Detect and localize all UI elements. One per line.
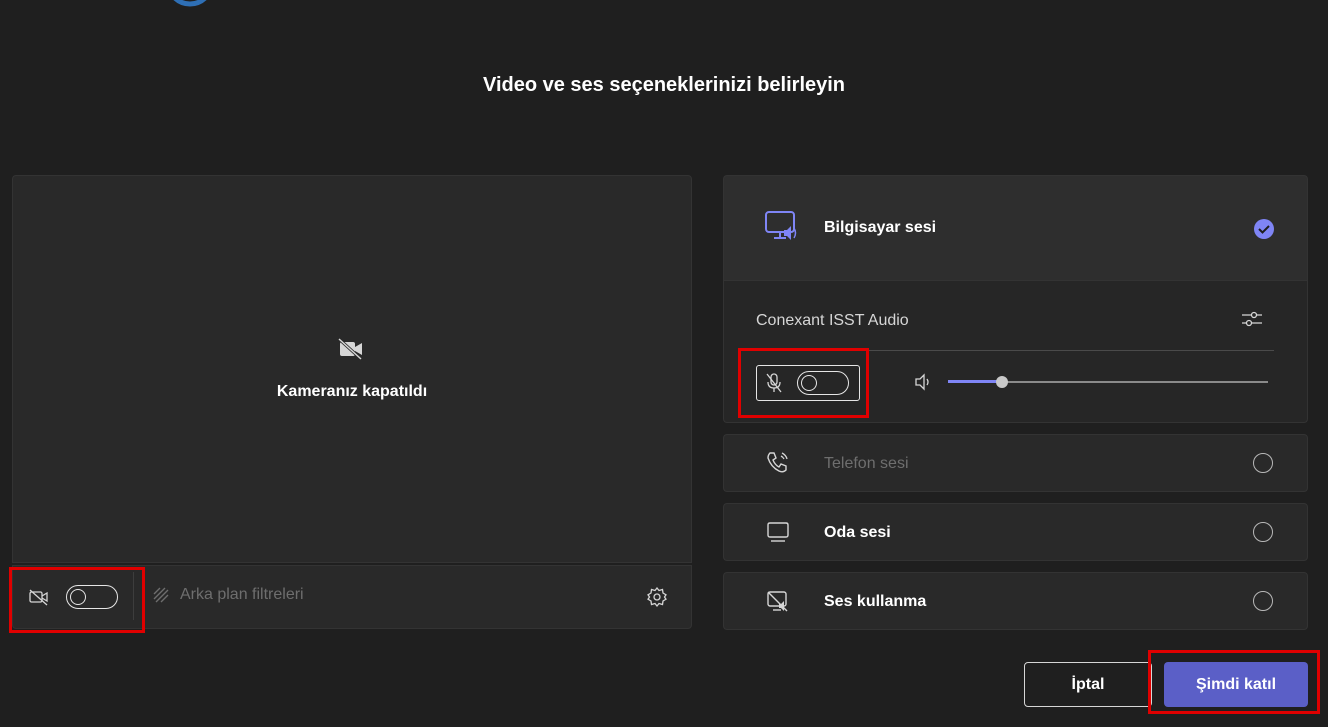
speaker-volume-slider[interactable] — [948, 375, 1268, 389]
page-title: Video ve ses seçeneklerinizi belirleyin — [482, 74, 846, 96]
background-filters-icon — [152, 586, 170, 604]
audio-option-none[interactable] — [723, 572, 1308, 630]
device-settings-icon[interactable] — [1240, 308, 1264, 330]
no-audio-radio[interactable] — [1253, 591, 1273, 611]
room-audio-radio[interactable] — [1253, 522, 1273, 542]
audio-option-phone[interactable] — [723, 434, 1308, 492]
audio-option-none-label: Ses kullanma — [824, 593, 927, 610]
audio-option-room-label: Oda sesi — [824, 524, 891, 541]
audio-option-phone-label: Telefon sesi — [824, 455, 909, 472]
room-audio-icon — [765, 520, 791, 544]
camera-off-icon — [337, 337, 365, 361]
camera-off-label: Kameranız kapatıldı — [276, 383, 428, 400]
computer-audio-icon — [762, 210, 802, 246]
audio-option-computer[interactable] — [723, 175, 1308, 281]
phone-audio-radio[interactable] — [1253, 453, 1273, 473]
video-settings-icon[interactable] — [646, 586, 668, 608]
phone-audio-icon — [765, 450, 791, 476]
background-filters-label: Arka plan filtreleri — [180, 586, 304, 603]
audio-option-computer-label: Bilgisayar sesi — [824, 219, 937, 236]
volume-thumb[interactable] — [996, 376, 1008, 388]
join-button-highlight — [1148, 650, 1320, 714]
audio-device-name[interactable]: Conexant ISST Audio — [756, 312, 909, 330]
selected-check-icon — [1253, 218, 1275, 240]
video-preview-panel — [12, 175, 692, 563]
speaker-icon — [913, 372, 933, 392]
cancel-button[interactable]: İptal — [1024, 662, 1152, 707]
logo-fragment — [160, 0, 220, 8]
mic-toggle-highlight — [738, 348, 869, 418]
background-filters-button[interactable]: Arka plan filtreleri — [152, 586, 304, 604]
camera-toggle-highlight — [9, 567, 145, 633]
audio-option-room[interactable] — [723, 503, 1308, 561]
no-audio-icon — [765, 589, 791, 615]
volume-fill — [948, 380, 1002, 383]
